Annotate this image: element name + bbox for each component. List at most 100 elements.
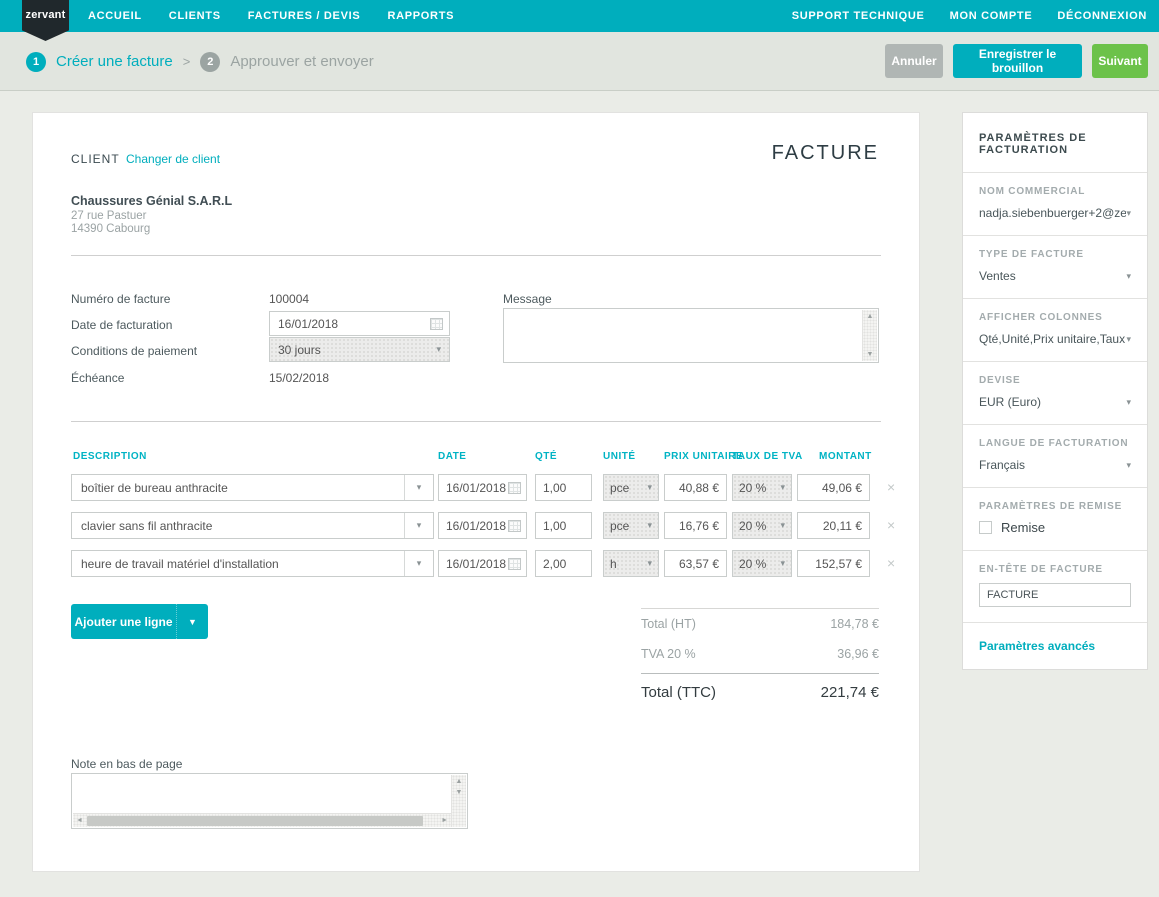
chevron-down-icon: ▾ — [417, 521, 422, 530]
advanced-settings-link[interactable]: Paramètres avancés — [963, 623, 1147, 669]
hscroll-thumb[interactable] — [87, 816, 423, 826]
remove-line-icon[interactable]: × — [887, 517, 895, 533]
scroll-up-icon[interactable]: ▲ — [456, 778, 463, 785]
step-1-label[interactable]: Créer une facture — [56, 53, 173, 70]
calendar-icon[interactable] — [508, 520, 521, 532]
description-value: heure de travail matériel d'installation — [72, 557, 404, 571]
business-name-section: NOM COMMERCIAL nadja.siebenbuerger+2@ze.… — [963, 173, 1147, 236]
message-scrollbar[interactable]: ▲ ▼ — [862, 310, 877, 361]
description-combo[interactable]: boîtier de bureau anthracite ▾ — [71, 474, 434, 501]
nav-item-factures-devis[interactable]: FACTURES / DEVIS — [248, 10, 361, 22]
table-row: heure de travail matériel d'installation… — [33, 550, 921, 577]
scroll-up-icon[interactable]: ▲ — [867, 313, 874, 320]
nav-item-clients[interactable]: CLIENTS — [169, 10, 221, 22]
footer-note-textarea[interactable]: ▲ ▼ ◄ ► — [71, 773, 468, 829]
vat-select[interactable]: 20 % ▾ — [732, 474, 792, 501]
wizard-toolbar: 1 Créer une facture > 2 Approuver et env… — [0, 32, 1159, 91]
scroll-right-icon[interactable]: ► — [441, 817, 448, 824]
qty-input[interactable] — [535, 550, 592, 577]
table-row: clavier sans fil anthracite ▾ 16/01/2018… — [33, 512, 921, 539]
unit-select[interactable]: pce ▾ — [603, 512, 659, 539]
calendar-icon[interactable] — [430, 318, 443, 330]
footer-note-vscrollbar[interactable]: ▲ ▼ — [451, 775, 466, 827]
calendar-icon[interactable] — [508, 482, 521, 494]
currency-value: EUR (Euro) — [979, 395, 1041, 409]
description-combo[interactable]: clavier sans fil anthracite ▾ — [71, 512, 434, 539]
add-line-button[interactable]: Ajouter une ligne ▼ — [71, 604, 208, 639]
chevron-down-icon: ▾ — [1126, 461, 1131, 470]
nav-item-mon-compte[interactable]: MON COMPTE — [950, 10, 1033, 22]
language-value: Français — [979, 458, 1025, 472]
unit-price-input[interactable] — [664, 512, 727, 539]
scroll-left-icon[interactable]: ◄ — [76, 817, 83, 824]
change-client-link[interactable]: Changer de client — [126, 152, 220, 166]
next-button[interactable]: Suivant — [1092, 44, 1148, 78]
divider — [71, 255, 881, 256]
unit-price-input[interactable] — [664, 550, 727, 577]
unit-value: pce — [610, 519, 629, 533]
unit-value: pce — [610, 481, 629, 495]
grand-total-label: Total (TTC) — [641, 684, 716, 701]
payment-terms-select[interactable]: 30 jours ▾ — [269, 337, 450, 362]
message-textarea[interactable]: ▲ ▼ — [503, 308, 879, 363]
line-date-input[interactable]: 16/01/2018 — [438, 550, 527, 577]
invoice-header-input[interactable] — [979, 583, 1131, 607]
currency-select[interactable]: EUR (Euro) ▾ — [979, 395, 1131, 409]
top-nav: ACCUEIL CLIENTS FACTURES / DEVIS RAPPORT… — [0, 0, 1159, 32]
currency-section: DEVISE EUR (Euro) ▾ — [963, 362, 1147, 425]
step-2-label[interactable]: Approuver et envoyer — [230, 53, 373, 70]
add-line-dropdown[interactable]: ▼ — [176, 604, 208, 639]
business-name-select[interactable]: nadja.siebenbuerger+2@ze... ▾ — [979, 206, 1131, 220]
description-combo[interactable]: heure de travail matériel d'installation… — [71, 550, 434, 577]
vat-select[interactable]: 20 % ▾ — [732, 550, 792, 577]
cancel-button[interactable]: Annuler — [885, 44, 943, 78]
invoice-header-section: EN-TÊTE DE FACTURE — [963, 551, 1147, 623]
unit-value: h — [610, 557, 617, 571]
unit-price-input[interactable] — [664, 474, 727, 501]
unit-select[interactable]: pce ▾ — [603, 474, 659, 501]
totals-section: Total (HT) 184,78 € TVA 20 % 36,96 € Tot… — [641, 608, 879, 711]
qty-input[interactable] — [535, 512, 592, 539]
message-label: Message — [503, 292, 552, 306]
save-draft-button[interactable]: Enregistrer le brouillon — [953, 44, 1082, 78]
amount-input[interactable] — [797, 550, 870, 577]
client-address-line2: 14390 Cabourg — [71, 223, 150, 235]
invoice-type-section: TYPE DE FACTURE Ventes ▾ — [963, 236, 1147, 299]
scroll-down-icon[interactable]: ▼ — [867, 351, 874, 358]
invoice-type-select[interactable]: Ventes ▾ — [979, 269, 1131, 283]
chevron-down-icon: ▾ — [780, 483, 785, 492]
col-header-description: DESCRIPTION — [73, 451, 147, 462]
nav-item-accueil[interactable]: ACCUEIL — [88, 10, 142, 22]
settings-title: PARAMÈTRES DE FACTURATION — [963, 113, 1147, 173]
scroll-down-icon[interactable]: ▼ — [456, 789, 463, 796]
chevron-down-icon: ▾ — [647, 559, 652, 568]
columns-select[interactable]: Qté,Unité,Prix unitaire,Taux... ▾ — [979, 332, 1131, 346]
line-date-input[interactable]: 16/01/2018 — [438, 474, 527, 501]
amount-input[interactable] — [797, 512, 870, 539]
qty-input[interactable] — [535, 474, 592, 501]
remove-line-icon[interactable]: × — [887, 479, 895, 495]
nav-item-rapports[interactable]: RAPPORTS — [387, 10, 454, 22]
amount-input[interactable] — [797, 474, 870, 501]
chevron-down-icon: ▾ — [1126, 398, 1131, 407]
calendar-icon[interactable] — [508, 558, 521, 570]
business-name-value: nadja.siebenbuerger+2@ze... — [979, 206, 1126, 220]
footer-note-hscrollbar[interactable]: ◄ ► — [73, 813, 451, 827]
divider — [71, 421, 881, 422]
language-select[interactable]: Français ▾ — [979, 458, 1131, 472]
discount-checkbox[interactable] — [979, 521, 992, 534]
remove-line-icon[interactable]: × — [887, 555, 895, 571]
vat-value: 20 % — [739, 481, 766, 495]
columns-label: AFFICHER COLONNES — [979, 312, 1131, 323]
unit-select[interactable]: h ▾ — [603, 550, 659, 577]
vat-value: 20 % — [739, 519, 766, 533]
invoice-number-value: 100004 — [269, 292, 309, 306]
line-date-input[interactable]: 16/01/2018 — [438, 512, 527, 539]
payment-terms-label: Conditions de paiement — [71, 344, 197, 358]
client-name: Chaussures Génial S.A.R.L — [71, 194, 232, 208]
vat-select[interactable]: 20 % ▾ — [732, 512, 792, 539]
nav-item-support[interactable]: SUPPORT TECHNIQUE — [792, 10, 925, 22]
invoice-date-input[interactable]: 16/01/2018 — [269, 311, 450, 336]
nav-item-deconnexion[interactable]: DÉCONNEXION — [1057, 10, 1147, 22]
subtotal-value: 184,78 € — [830, 617, 879, 631]
